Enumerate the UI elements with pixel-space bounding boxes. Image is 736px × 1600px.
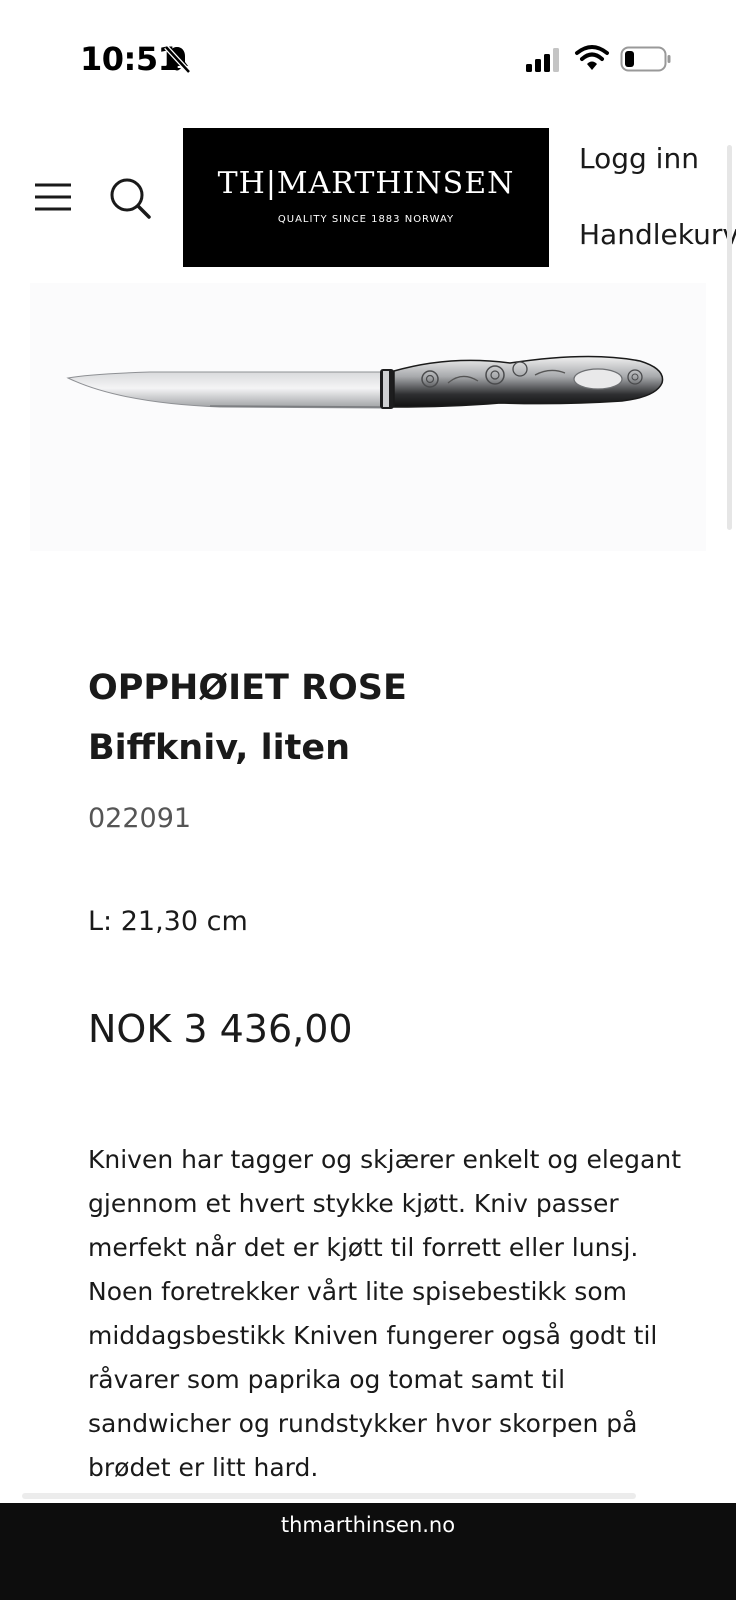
product-length: L: 21,30 cm (88, 906, 248, 937)
bell-slash-icon (164, 45, 191, 74)
knife-image (66, 355, 664, 409)
horizontal-scroll-indicator (22, 1493, 636, 1499)
logo-name: TH|MARTHINSEN (217, 166, 515, 201)
product-title: Biffkniv, liten (88, 728, 351, 768)
product-description: Kniven har tagger og skjærer enkelt og e… (88, 1145, 681, 1482)
product-price: NOK 3 436,00 (88, 1007, 353, 1051)
search-icon[interactable] (108, 176, 152, 220)
logo-tagline: QUALITY SINCE 1883 NORWAY (277, 214, 455, 225)
site-header: TH|MARTHINSEN QUALITY SINCE 1883 NORWAY … (0, 110, 736, 280)
battery-icon (620, 46, 671, 72)
cellular-signal-icon (526, 48, 559, 72)
product-page: 10:51 TH|MARTHINSEN QUALITY SINCE 1883 N… (0, 0, 736, 1600)
browser-url-bar[interactable]: thmarthinsen.no (0, 1503, 736, 1600)
site-logo[interactable]: TH|MARTHINSEN QUALITY SINCE 1883 NORWAY (183, 128, 549, 267)
page-scroll-indicator (727, 145, 732, 530)
login-link[interactable]: Logg inn (579, 142, 699, 175)
product-sku: 022091 (88, 803, 192, 834)
status-bar: 10:51 (0, 0, 736, 110)
wifi-icon (575, 45, 609, 70)
product-image (30, 283, 706, 551)
hamburger-menu-icon[interactable] (34, 182, 72, 212)
url-text[interactable]: thmarthinsen.no (0, 1513, 736, 1537)
product-collection: OPPHØIET ROSE (88, 668, 407, 708)
cart-link[interactable]: Handlekurv ( (579, 218, 736, 251)
